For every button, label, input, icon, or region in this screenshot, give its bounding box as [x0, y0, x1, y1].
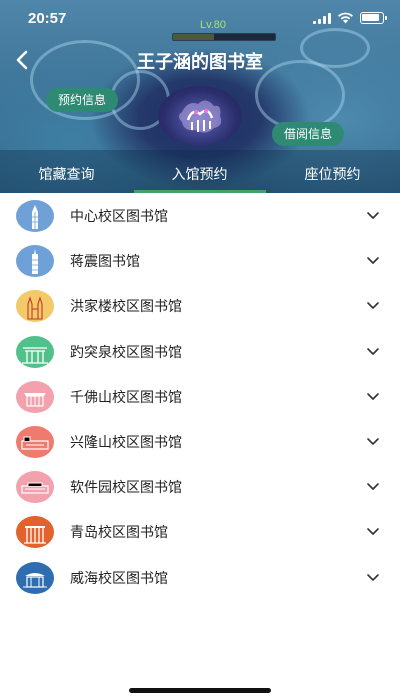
tower-building-icon: [16, 200, 54, 232]
library-name: 威海校区图书馆: [70, 570, 168, 587]
long-building-icon: [16, 471, 54, 504]
reservation-info-button[interactable]: 预约信息: [46, 88, 119, 112]
tab-entry-reservation[interactable]: 入馆预约: [133, 164, 266, 184]
chevron-down-icon: [367, 573, 379, 581]
library-name: 软件园校区图书馆: [70, 480, 182, 497]
borrow-info-button[interactable]: 借阅信息: [272, 122, 345, 146]
level-progress-bar: [172, 33, 276, 41]
level-label: Lv.80: [199, 19, 227, 31]
chevron-down-icon: [367, 347, 379, 355]
list-item[interactable]: 青岛校区图书馆: [0, 509, 400, 554]
library-name: 青岛校区图书馆: [70, 525, 168, 542]
tab-bar: 馆藏查询 入馆预约 座位预约: [0, 158, 400, 193]
cellular-signal-icon: [313, 13, 331, 24]
pavilion-icon: [16, 561, 54, 594]
list-item[interactable]: 软件园校区图书馆: [0, 464, 400, 509]
avatar[interactable]: [158, 86, 242, 146]
battery-icon: [360, 12, 387, 24]
chevron-down-icon: [367, 528, 379, 536]
list-item[interactable]: 蒋震图书馆: [0, 238, 400, 283]
church-icon: [16, 290, 54, 323]
library-name: 千佛山校区图书馆: [70, 389, 182, 406]
library-list: 中心校区图书馆 蒋震图书馆 洪家楼校区图书馆 趵突泉校区图书馆 千佛山校区图书馆: [0, 193, 400, 600]
gate-icon: [16, 335, 54, 368]
page-title: 王子涵的图书室: [137, 52, 263, 73]
chevron-down-icon: [367, 257, 379, 264]
list-item[interactable]: 兴隆山校区图书馆: [0, 419, 400, 464]
colonnade-icon: [16, 516, 54, 549]
chevron-down-icon: [367, 392, 379, 400]
list-item[interactable]: 趵突泉校区图书馆: [0, 329, 400, 374]
tab-collection-search[interactable]: 馆藏查询: [0, 164, 133, 184]
chevron-down-icon: [367, 212, 379, 219]
hall-icon: [16, 380, 54, 413]
avatar-creature-icon: [179, 100, 222, 133]
list-item[interactable]: 威海校区图书馆: [0, 555, 400, 600]
long-building-icon: [16, 425, 54, 458]
chevron-down-icon: [367, 302, 379, 310]
profile-header: 20:57 Lv.80 王子涵的图书室 预约信息 借阅信息 馆藏查询 入馆预约 …: [0, 0, 400, 193]
library-name: 蒋震图书馆: [70, 254, 140, 271]
library-name: 中心校区图书馆: [70, 209, 168, 225]
tab-seat-reservation[interactable]: 座位预约: [266, 164, 399, 184]
list-item[interactable]: 中心校区图书馆: [0, 193, 400, 238]
wifi-icon: [338, 12, 353, 24]
library-name: 兴隆山校区图书馆: [70, 434, 182, 451]
library-name: 洪家楼校区图书馆: [70, 299, 182, 316]
status-time: 20:57: [28, 10, 67, 27]
library-name: 趵突泉校区图书馆: [70, 344, 182, 361]
list-item[interactable]: 千佛山校区图书馆: [0, 374, 400, 419]
home-indicator[interactable]: [129, 688, 271, 693]
chevron-down-icon: [367, 438, 379, 445]
chevron-down-icon: [367, 483, 379, 490]
list-item[interactable]: 洪家楼校区图书馆: [0, 283, 400, 328]
tower-building-icon: [16, 245, 54, 278]
